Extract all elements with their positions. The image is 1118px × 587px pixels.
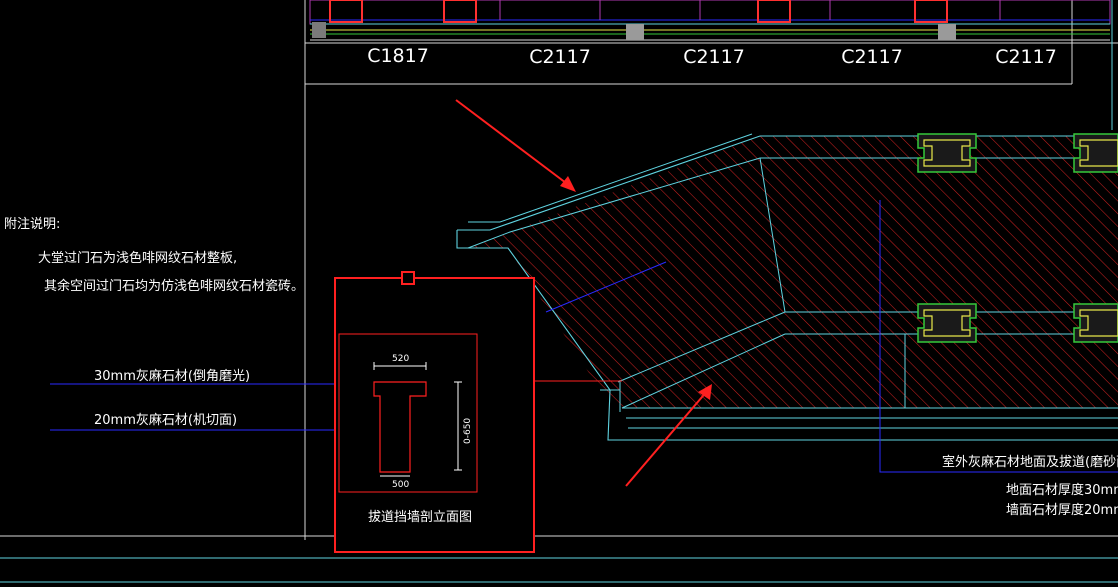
- detail-dim-side: 0-650: [463, 418, 473, 444]
- ramp-plan: [456, 133, 1118, 441]
- annotation-line-2: 地面石材厚度30mm: [1006, 482, 1118, 498]
- cad-drawing-canvas[interactable]: C1817 C2117 C2117 C2117 C2117 附注说明: 大堂过门…: [0, 0, 1118, 587]
- notes-line-1: 大堂过门石为浅色啡网纹石材整板,: [38, 250, 237, 266]
- annotation-line-1: 室外灰麻石材地面及拔道(磨砂面): [942, 454, 1118, 470]
- window-label-2: C2117: [529, 46, 591, 68]
- detail-dim-bottom: 500: [392, 480, 409, 490]
- material-label-polished: 30mm灰麻石材(倒角磨光): [94, 369, 250, 384]
- window-label-3: C2117: [683, 46, 745, 68]
- detail-title: 拔道挡墙剖立面图: [368, 510, 472, 525]
- window-label-5: C2117: [995, 46, 1057, 68]
- detail-dim-top: 520: [392, 354, 409, 364]
- material-label-machine-cut: 20mm灰麻石材(机切面): [94, 413, 237, 428]
- window-label-4: C2117: [841, 46, 903, 68]
- notes-line-2: 其余空间过门石均为仿浅色啡网纹石材瓷砖。: [44, 278, 304, 294]
- notes-heading: 附注说明:: [4, 217, 60, 232]
- bottom-lines: [0, 535, 1118, 583]
- window-label-1: C1817: [367, 45, 429, 67]
- annotation-line-3: 墙面石材厚度20mm: [1006, 502, 1118, 518]
